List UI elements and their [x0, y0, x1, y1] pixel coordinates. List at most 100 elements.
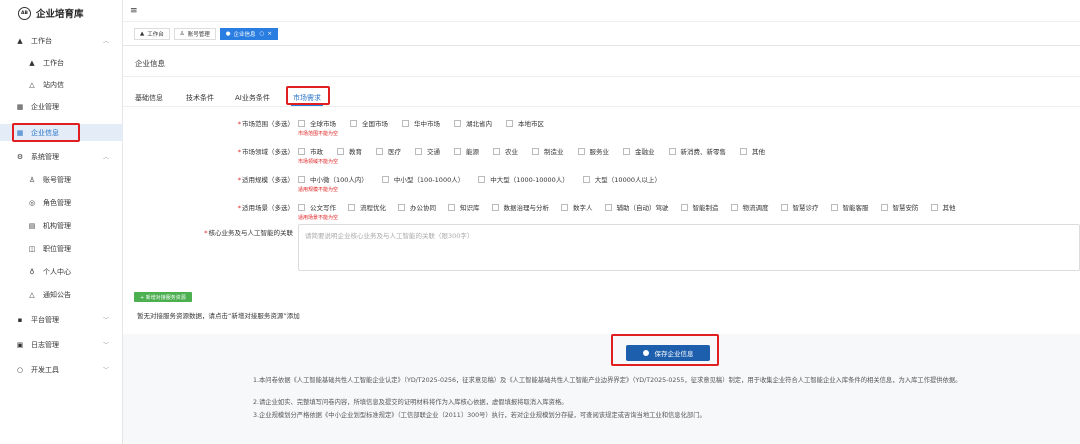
checkbox-education[interactable]: 教育: [337, 146, 362, 156]
sidebar-item-account[interactable]: ♙ 账号管理: [0, 171, 123, 188]
divider: [123, 106, 1080, 107]
sidebar-label: 站内信: [43, 80, 64, 89]
checkbox-scenario-other[interactable]: 其他: [930, 202, 956, 212]
main-content: 企业信息 基础信息 技术条件 AI业务条件 市场需求 *市场范围（多选） 全球市…: [123, 46, 1080, 444]
note-2: 2.请企业如实、完整填写问卷内容，所填信息及提交的证明材料将作为入库核心依据，虚…: [253, 399, 568, 406]
note-1: 1.本问卷依据《人工智能基础共性人工智能企业认定》（YD/T2025-0256，…: [253, 377, 962, 384]
checkbox-assisted-driving[interactable]: 辅助（自动）驾驶: [604, 202, 669, 212]
org-icon: ▤: [28, 221, 36, 230]
sidebar: AB 企业培育库 ▲ 工作台 ︿ ▲ 工作台 △ 站内信 ▦ 企业管理 ▦ 企业…: [0, 0, 123, 444]
chevron-down-icon: ﹀: [102, 367, 109, 374]
sidebar-label: 通知公告: [43, 290, 71, 299]
checkbox-central-china-market[interactable]: 华中市场: [402, 118, 440, 128]
checkbox-hubei-province[interactable]: 湖北省内: [454, 118, 492, 128]
sidebar-group-log[interactable]: ▣ 日志管理 ﹀: [0, 336, 123, 353]
chevron-down-icon: ﹀: [102, 317, 109, 324]
sidebar-item-post[interactable]: ◫ 职位管理: [0, 240, 123, 257]
highlight-box: [611, 334, 719, 366]
apps-icon: ▪: [17, 315, 23, 324]
close-icon[interactable]: ×: [267, 31, 272, 37]
sidebar-label: 开发工具: [31, 365, 59, 374]
sidebar-group-workbench[interactable]: ▲ 工作台 ︿: [0, 32, 123, 49]
core-business-textarea[interactable]: 请简要说明企业核心业务及与人工智能的关联（限300字）: [298, 224, 1080, 271]
chevron-up-icon: ︿: [102, 154, 109, 161]
checkbox-services[interactable]: 服务业: [577, 146, 609, 156]
tags-view: ▲ 工作台 ♙ 账号管理 ● 企业信息 ○ ×: [123, 22, 1080, 46]
checkbox-finance[interactable]: 金融业: [623, 146, 655, 156]
sidebar-group-platform[interactable]: ▪ 平台管理 ﹀: [0, 311, 123, 328]
checkbox-manufacturing[interactable]: 制造业: [532, 146, 564, 156]
footer-panel: [123, 334, 1080, 444]
checkbox-process-optimization[interactable]: 流程优化: [348, 202, 386, 212]
menu-toggle-icon[interactable]: ≡: [130, 6, 138, 16]
home-icon: ▲: [29, 58, 35, 67]
market-range-options: 全球市场 全国市场 华中市场 湖北省内 本地市区: [298, 118, 558, 128]
sidebar-item-personal[interactable]: ♁ 个人中心: [0, 263, 123, 280]
home-icon: ▲: [17, 36, 23, 45]
note-3: 3.企业规模划分严格依据《中小企业划型标准规定》（工信部联企业〔2011〕300…: [253, 412, 706, 419]
sidebar-label: 工作台: [43, 58, 64, 67]
checkbox-medical[interactable]: 医疗: [376, 146, 401, 156]
scenario-options: 公文写作 流程优化 办公协同 知识库 数据治理与分析 数字人 辅助（自动）驾驶 …: [298, 202, 956, 212]
tab-basic-info[interactable]: 基础信息: [135, 93, 163, 103]
checkbox-new-retail[interactable]: 新消费、新零售: [668, 146, 726, 156]
sidebar-item-notice[interactable]: △ 通知公告: [0, 286, 123, 303]
market-range-label: *市场范围（多选）: [237, 120, 294, 128]
checkbox-large[interactable]: 大型（10000人以上）: [582, 174, 661, 184]
sidebar-item-enterprise-mgmt[interactable]: ▦ 企业管理: [0, 98, 123, 115]
sidebar-group-system[interactable]: ⚙ 系统管理 ︿: [0, 148, 123, 165]
sidebar-group-dev[interactable]: ○ 开发工具 ﹀: [0, 361, 123, 378]
sidebar-item-org[interactable]: ▤ 机构管理: [0, 217, 123, 234]
tab-workbench[interactable]: ▲ 工作台: [134, 27, 170, 40]
checkbox-global-market[interactable]: 全球市场: [298, 118, 336, 128]
tab-tech-conditions[interactable]: 技术条件: [186, 93, 214, 103]
grid-icon: ▦: [16, 102, 24, 111]
checkbox-digital-human[interactable]: 数字人: [561, 202, 593, 212]
app-logo[interactable]: AB 企业培育库: [18, 6, 84, 20]
checkbox-smart-diagnosis[interactable]: 智慧诊疗: [780, 202, 819, 212]
log-icon: ▣: [16, 340, 24, 349]
tab-account[interactable]: ♙ 账号管理: [173, 27, 216, 40]
checkbox-logistics[interactable]: 物流调度: [730, 202, 769, 212]
checkbox-medium-large[interactable]: 中大型（1000-10000人）: [478, 174, 569, 184]
checkbox-small-medium[interactable]: 中小型（100-1000人）: [381, 174, 464, 184]
checkbox-small-micro[interactable]: 中小微（100人内）: [298, 174, 368, 184]
sidebar-item-role[interactable]: ◎ 角色管理: [0, 194, 123, 211]
checkbox-document-writing[interactable]: 公文写作: [298, 202, 336, 212]
scale-options: 中小微（100人内） 中小型（100-1000人） 中大型（1000-10000…: [298, 174, 675, 184]
checkbox-other[interactable]: 其他: [740, 146, 765, 156]
checkbox-smart-manufacturing[interactable]: 智能制造: [680, 202, 719, 212]
tab-enterprise-info[interactable]: ● 企业信息 ○ ×: [219, 27, 278, 40]
sidebar-label: 工作台: [31, 36, 52, 45]
highlight-box: [286, 86, 330, 105]
checkbox-transport[interactable]: 交通: [415, 146, 440, 156]
checkbox-smart-service[interactable]: 智能客服: [830, 202, 869, 212]
checkbox-national-market[interactable]: 全国市场: [350, 118, 388, 128]
add-resource-button[interactable]: + 新增对接服务资源: [134, 292, 192, 302]
post-icon: ◫: [28, 244, 36, 253]
checkbox-office-collaboration[interactable]: 办公协同: [398, 202, 436, 212]
tab-ai-conditions[interactable]: AI业务条件: [235, 93, 270, 103]
checkbox-smart-security[interactable]: 智慧安防: [880, 202, 919, 212]
divider: [123, 76, 1080, 77]
sidebar-label: 机构管理: [43, 221, 71, 230]
market-field-label: *市场领域（多选）: [237, 148, 294, 156]
sidebar-item-inbox[interactable]: △ 站内信: [0, 76, 123, 93]
refresh-icon[interactable]: ○: [260, 31, 265, 37]
logo-icon: AB: [18, 6, 31, 20]
checkbox-agriculture[interactable]: 农业: [493, 146, 518, 156]
core-business-label: *核心业务及与人工智能的关联: [204, 229, 293, 237]
person-icon: ♁: [29, 267, 35, 276]
checkbox-municipal[interactable]: 市政: [298, 146, 323, 156]
sidebar-item-workbench[interactable]: ▲ 工作台: [0, 54, 123, 71]
checkbox-data-governance[interactable]: 数据治理与分析: [491, 202, 549, 212]
checkbox-local-city[interactable]: 本地市区: [506, 118, 544, 128]
checkbox-knowledge-base[interactable]: 知识库: [448, 202, 480, 212]
sidebar-label: 系统管理: [31, 152, 59, 161]
sidebar-label: 职位管理: [43, 244, 71, 253]
user-icon: ♙: [179, 30, 185, 37]
bell-icon: △: [29, 290, 35, 299]
checkbox-energy[interactable]: 能源: [454, 146, 479, 156]
scale-error: 适用规模不能为空: [298, 187, 339, 193]
highlight-box: [12, 123, 80, 142]
